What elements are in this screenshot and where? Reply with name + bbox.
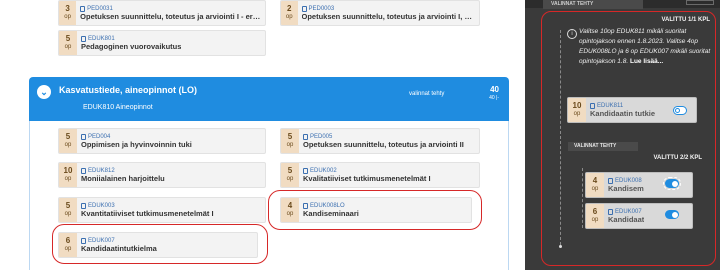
credit-badge: 5 op: [281, 163, 299, 187]
main-content: 3 op PED0031 Opetuksen suunnittelu, toteu…: [0, 0, 525, 270]
credit-badge: 5 op: [59, 31, 77, 55]
tree-dot: [559, 245, 562, 248]
select-toggle[interactable]: [665, 210, 679, 219]
info-text: Valitse 10op EDUK811 mikäli suoritat opi…: [579, 28, 711, 65]
course-card[interactable]: 5 op PED004 Oppimisen ja hyvinvoinnin tuk…: [58, 128, 266, 154]
selection-count: VALITTU 2/2 KPL: [653, 155, 702, 161]
module-selection-status: valinnat tehty: [409, 91, 445, 97]
credit-badge: 10 op: [59, 163, 77, 187]
select-toggle[interactable]: [663, 177, 681, 190]
course-card[interactable]: 10 op EDUK812 Moniialainen harjoittelu: [58, 162, 266, 188]
credit-badge: 2 op: [281, 1, 298, 25]
credit-badge: 3 op: [59, 1, 77, 25]
module-title: Kasvatustiede, aineopinnot (LO): [59, 85, 198, 95]
course-card[interactable]: 5 op EDUK801 Pedagoginen vuorovaikutus: [58, 30, 266, 56]
credit-badge: 4 op: [586, 173, 604, 197]
credit-badge: 5 op: [281, 129, 299, 153]
highlight-oval: [268, 190, 482, 230]
module-credits: 40 40 |-: [489, 85, 499, 101]
course-name: Oppimisen ja hyvinvoinnin tuki: [81, 139, 192, 149]
selection-sidebar: VALINNAT TEHTY VALITTU 1/1 KPL i Valitse…: [525, 0, 720, 270]
sidebar-control[interactable]: [686, 0, 714, 5]
tree-line: [560, 30, 561, 245]
course-name: Kandidaat: [608, 214, 645, 224]
module-header[interactable]: ⌄ Kasvatustiede, aineopinnot (LO) EDUK81…: [29, 77, 509, 121]
course-name: Pedagoginen vuorovaikutus: [81, 41, 182, 51]
info-icon: i: [567, 29, 577, 39]
read-more-link[interactable]: Lue lisää...: [630, 58, 663, 65]
selection-count: VALITTU 1/1 KPL: [661, 17, 710, 23]
collapse-chevron-icon[interactable]: ⌄: [37, 85, 51, 99]
course-name: Kandidaatin tutkie: [590, 108, 656, 118]
course-name: Kvalitatiiviset tutkimusmenetelmät I: [303, 173, 431, 183]
group-header: VALINNAT TEHTY: [568, 142, 638, 151]
credit-badge: 5 op: [59, 129, 77, 153]
credit-badge: 6 op: [586, 204, 604, 228]
app-root: 3 op PED0031 Opetuksen suunnittelu, toteu…: [0, 0, 720, 270]
course-name: Opetuksen suunnittelu, toteutus ja arvio…: [301, 11, 476, 21]
course-name: Moniialainen harjoittelu: [81, 173, 165, 183]
credit-badge: 5 op: [59, 198, 77, 222]
course-name: Kandisem: [608, 183, 644, 193]
select-toggle[interactable]: [673, 106, 687, 115]
module-subtitle: EDUK810 Aineopinnot: [83, 104, 153, 111]
sidebar-header: VALINNAT TEHTY: [543, 0, 643, 9]
course-card[interactable]: 5 op EDUK003 Kvantitatiiviset tutkimusmen…: [58, 197, 266, 223]
course-card[interactable]: 2 op PED0003 Opetuksen suunnittelu, toteu…: [280, 0, 480, 26]
tree-line: [582, 168, 583, 228]
course-card[interactable]: 3 op PED0031 Opetuksen suunnittelu, toteu…: [58, 0, 266, 26]
credit-badge: 10 op: [568, 98, 586, 122]
course-name: Kvantitatiiviset tutkimusmenetelmät I: [81, 208, 214, 218]
course-card[interactable]: 5 op PED005 Opetuksen suunnittelu, toteut…: [280, 128, 480, 154]
course-card[interactable]: 5 op EDUK002 Kvalitatiiviset tutkimusmene…: [280, 162, 480, 188]
course-name: Opetuksen suunnittelu, toteutus ja arvio…: [303, 139, 464, 149]
course-name: Opetuksen suunnittelu, toteutus ja arvio…: [80, 11, 261, 21]
highlight-oval: [52, 224, 268, 264]
